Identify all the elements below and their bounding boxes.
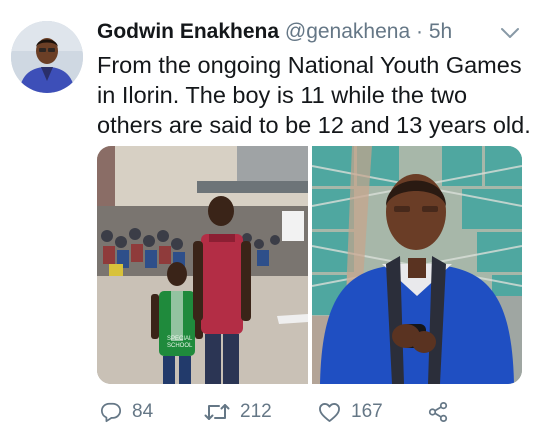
- reply-count: 84: [132, 401, 154, 422]
- retweet-icon: [204, 404, 230, 420]
- reply-button[interactable]: 84: [100, 398, 153, 426]
- shirt-text-line1: SPECIAL: [167, 336, 193, 342]
- tweet-text-line: From the ongoing National Youth Games: [97, 52, 522, 78]
- like-button[interactable]: 167: [318, 398, 383, 426]
- tweet-text: From the ongoing National Youth Games in…: [97, 50, 532, 140]
- tweet-photo-right[interactable]: [312, 146, 522, 384]
- avatar-image: [11, 21, 83, 93]
- tweet-photo-left[interactable]: SPECIAL SCHOOL: [97, 146, 308, 384]
- share-icon: [428, 401, 448, 423]
- reply-icon: [100, 402, 122, 423]
- author-name[interactable]: Godwin Enakhena: [97, 20, 279, 43]
- shirt-text-line2: SCHOOL: [167, 343, 193, 349]
- retweet-button[interactable]: 212: [204, 398, 272, 426]
- chevron-down-icon[interactable]: [499, 25, 521, 41]
- tweet-text-line: in Ilorin. The boy is 11 while the two: [97, 82, 468, 108]
- retweet-count: 212: [240, 401, 272, 422]
- heart-icon: [319, 402, 340, 422]
- tweet-text-line: others are said to be 12 and 13 years ol…: [97, 112, 531, 138]
- tweet-actions: 84 212 167: [0, 398, 547, 426]
- photo-man-blue-jacket: [312, 146, 522, 384]
- author-handle[interactable]: @genakhena: [285, 20, 410, 43]
- tweet-header: Godwin Enakhena @genakhena · 5h: [97, 19, 507, 45]
- share-button[interactable]: [427, 398, 449, 426]
- author-avatar[interactable]: [11, 21, 83, 93]
- tweet-time[interactable]: 5h: [429, 20, 452, 43]
- photo-boys-in-hall: SPECIAL SCHOOL: [97, 146, 308, 384]
- like-count: 167: [351, 401, 383, 422]
- meta-separator: ·: [415, 20, 423, 43]
